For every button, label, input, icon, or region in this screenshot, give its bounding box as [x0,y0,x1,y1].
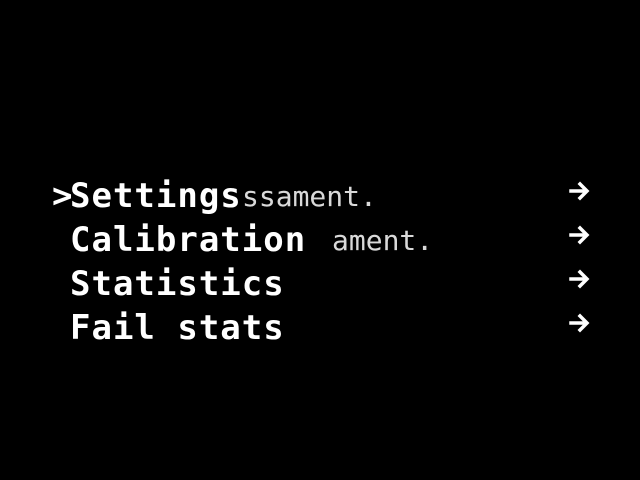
device-screen: > Settings ssament. Calibration ament. S… [0,0,640,480]
arrow-right-icon [568,267,592,291]
menu-item-label: Calibration [70,220,307,260]
menu-item-fail-stats[interactable]: Fail stats [52,307,592,351]
menu-item-calibration[interactable]: Calibration ament. [52,219,592,263]
arrow-right-icon [568,179,592,203]
menu-item-ghost-text: ssament. [242,180,377,213]
menu-item-label: Statistics [70,264,285,304]
menu-item-statistics[interactable]: Statistics [52,263,592,307]
arrow-right-icon [568,311,592,335]
menu-item-label: Settings [70,176,242,216]
menu-item-ghost-text: ament. [332,224,434,257]
main-menu: > Settings ssament. Calibration ament. S… [52,175,592,351]
menu-item-settings[interactable]: > Settings ssament. [52,175,592,219]
arrow-right-icon [568,223,592,247]
menu-item-label: Fail stats [70,308,285,348]
